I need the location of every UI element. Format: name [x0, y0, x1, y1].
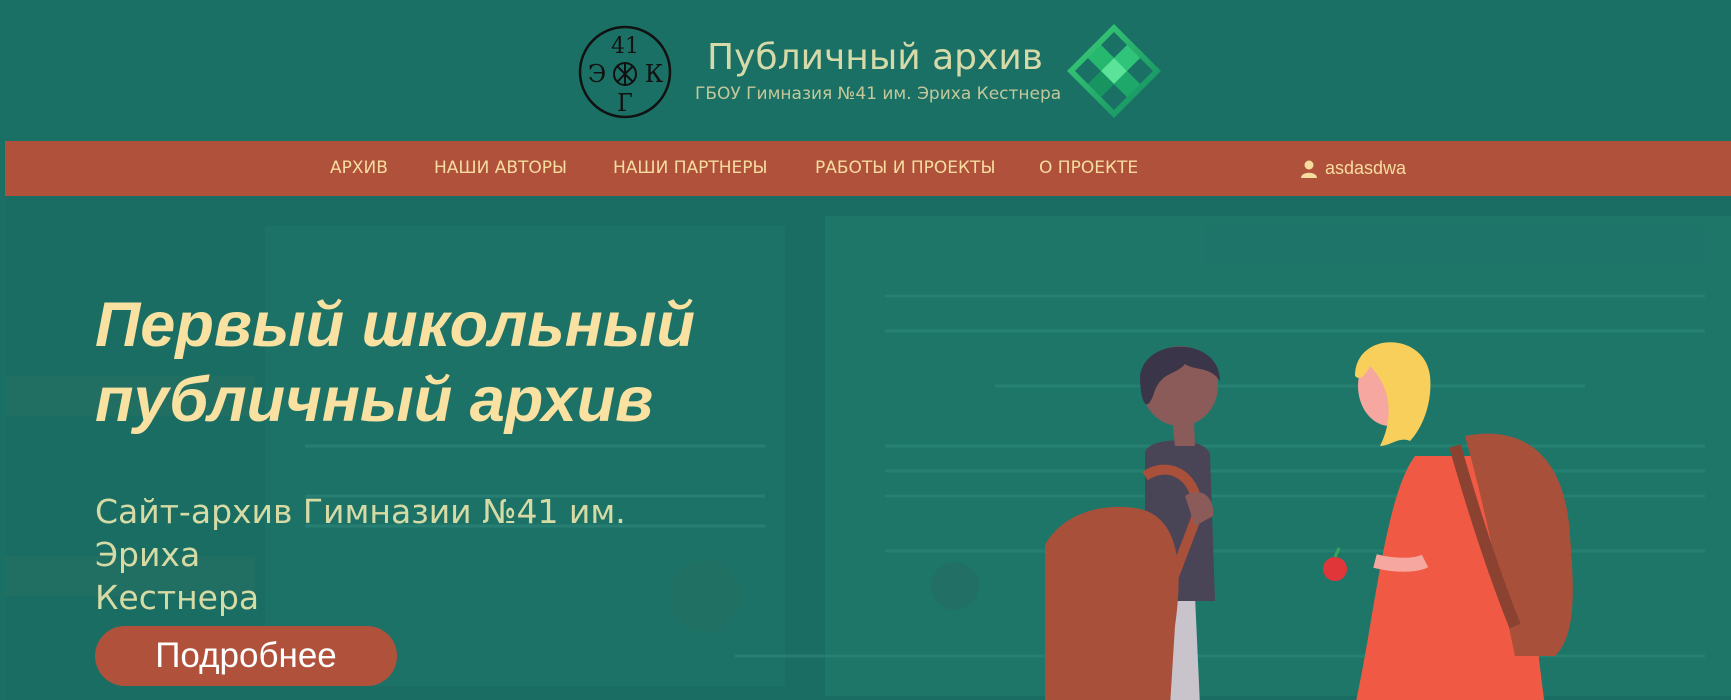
students-illustration [1045, 342, 1573, 700]
hero-heading: Первый школьный публичный архив [95, 288, 775, 438]
nav-item-about[interactable]: О ПРОЕКТЕ [1039, 141, 1138, 196]
chi-rho-icon [613, 62, 637, 86]
site-title[interactable]: Публичный архив [695, 36, 1055, 80]
user-name: asdasdwa [1325, 158, 1407, 178]
boy-figure [1045, 346, 1220, 700]
main-nav: АРХИВ НАШИ АВТОРЫ НАШИ ПАРТНЕРЫ РАБОТЫ И… [5, 141, 1731, 196]
hero-subtitle-line2: Кестнера [95, 578, 260, 617]
nav-item-works-projects[interactable]: РАБОТЫ И ПРОЕКТЫ [815, 141, 995, 196]
girl-figure [1323, 342, 1573, 700]
user-menu[interactable]: asdasdwa [1301, 141, 1406, 196]
logo-letter-bottom: Г [617, 89, 633, 117]
hero-section: Первый школьный публичный архив Сайт-арх… [5, 196, 1731, 700]
logo-letter-right: К [645, 60, 664, 88]
hero-heading-line1: Первый школьный [95, 290, 696, 360]
nav-item-archive[interactable]: АРХИВ [330, 141, 388, 196]
hero-subtitle-line1: Сайт-архив Гимназии №41 им. Эриха [95, 492, 626, 574]
user-icon [1301, 160, 1317, 178]
site-title-block: Публичный архив ГБОУ Гимназия №41 им. Эр… [695, 36, 1062, 104]
nav-item-partners[interactable]: НАШИ ПАРТНЕРЫ [613, 141, 768, 196]
site-header: 41 Э К Г Публичный архив ГБОУ Гимназия №… [5, 0, 1731, 141]
site-subtitle: ГБОУ Гимназия №41 им. Эриха Кестнера [695, 84, 1062, 104]
gymnasium-logo[interactable]: 41 Э К Г [577, 24, 673, 120]
more-button[interactable]: Подробнее [95, 626, 397, 686]
hero-heading-line2: публичный архив [95, 365, 654, 435]
logo-letter-left: Э [588, 60, 606, 88]
archive-diamond-logo [1067, 24, 1161, 118]
logo-number-text: 41 [611, 34, 639, 59]
hero-subtitle: Сайт-архив Гимназии №41 им. Эриха Кестне… [95, 490, 735, 619]
page: 41 Э К Г Публичный архив ГБОУ Гимназия №… [5, 0, 1731, 700]
nav-item-authors[interactable]: НАШИ АВТОРЫ [434, 141, 567, 196]
